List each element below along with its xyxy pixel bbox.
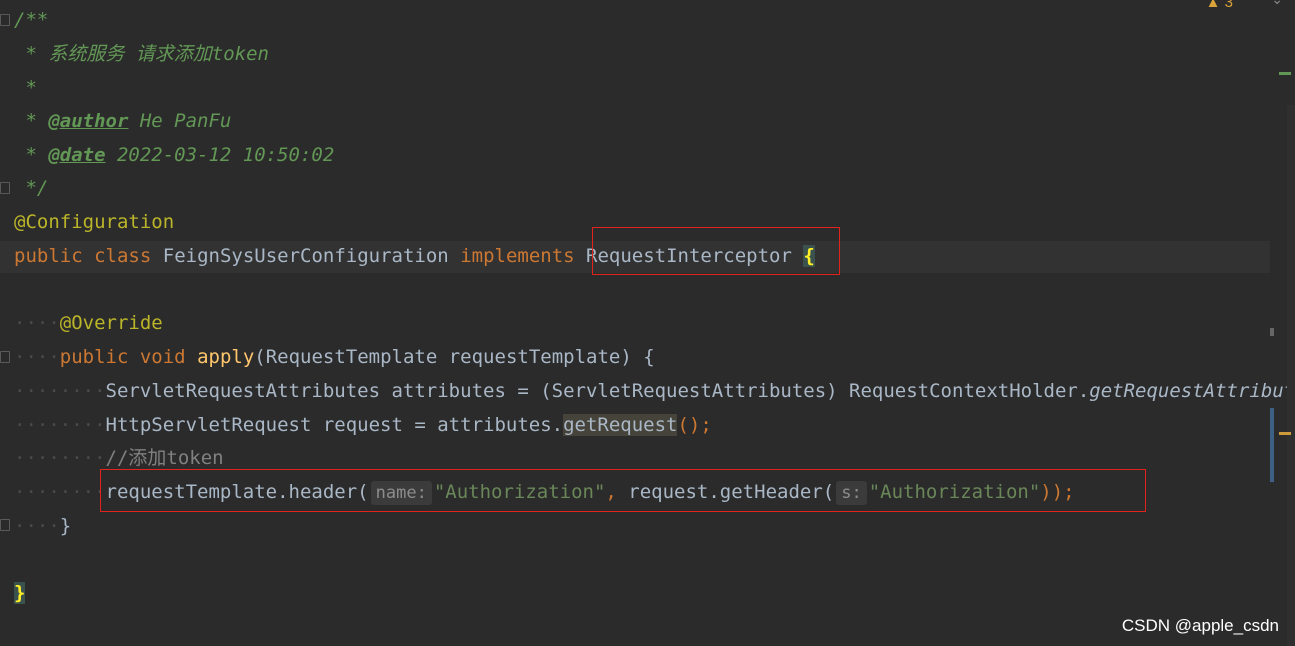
code-line-8: public class FeignSysUserConfiguration i… [14,245,815,267]
fold-marker-icon[interactable] [0,351,10,363]
watermark: CSDN @apple_csdn [1121,616,1279,635]
code-line-16: ····} [14,515,72,537]
code-line-12: ········ServletRequestAttributes attribu… [14,380,1295,402]
fold-marker-icon[interactable] [0,519,10,531]
javadoc-tag: @date [48,144,106,166]
warning-icon[interactable]: ▲ 3 [1206,0,1233,11]
code-line-7: @Configuration [14,211,175,233]
interface-name: RequestInterceptor [586,245,792,267]
code-line-15: ········requestTemplate.header(name: "Aut… [14,481,1075,505]
parameter-hint: name: [370,481,432,505]
javadoc-tag: @author [48,110,129,132]
code-line-11: ····public void apply(RequestTemplate re… [14,346,655,368]
change-marker [1279,72,1291,75]
chevron-up-icon[interactable]: ⌃ [1243,0,1255,8]
code-line-2: * 系统服务 请求添加token [14,43,269,65]
change-marker [1279,432,1291,435]
vertical-scrollbar[interactable] [1287,105,1295,646]
code-line-5: * @date 2022-03-12 10:50:02 [14,144,335,166]
code-line-14: ········//添加token [14,447,224,469]
code-line-18: } [14,582,26,604]
change-stripe [1270,408,1274,482]
code-line-6: */ [14,177,49,199]
fold-marker-icon[interactable] [0,14,10,26]
warning-count: 3 [1224,0,1233,11]
code-line-3: * [14,77,37,99]
parameter-hint: s: [836,481,867,505]
fold-marker-icon[interactable] [0,182,10,194]
code-line-10: ····@Override [14,312,163,334]
chevron-down-icon[interactable]: ⌄ [1271,0,1283,8]
code-line-1: /** [14,9,49,31]
code-line-4: * @author He PanFu [14,110,232,132]
code-line-13: ········HttpServletRequest request = att… [14,414,712,436]
change-stripe [1270,328,1274,336]
